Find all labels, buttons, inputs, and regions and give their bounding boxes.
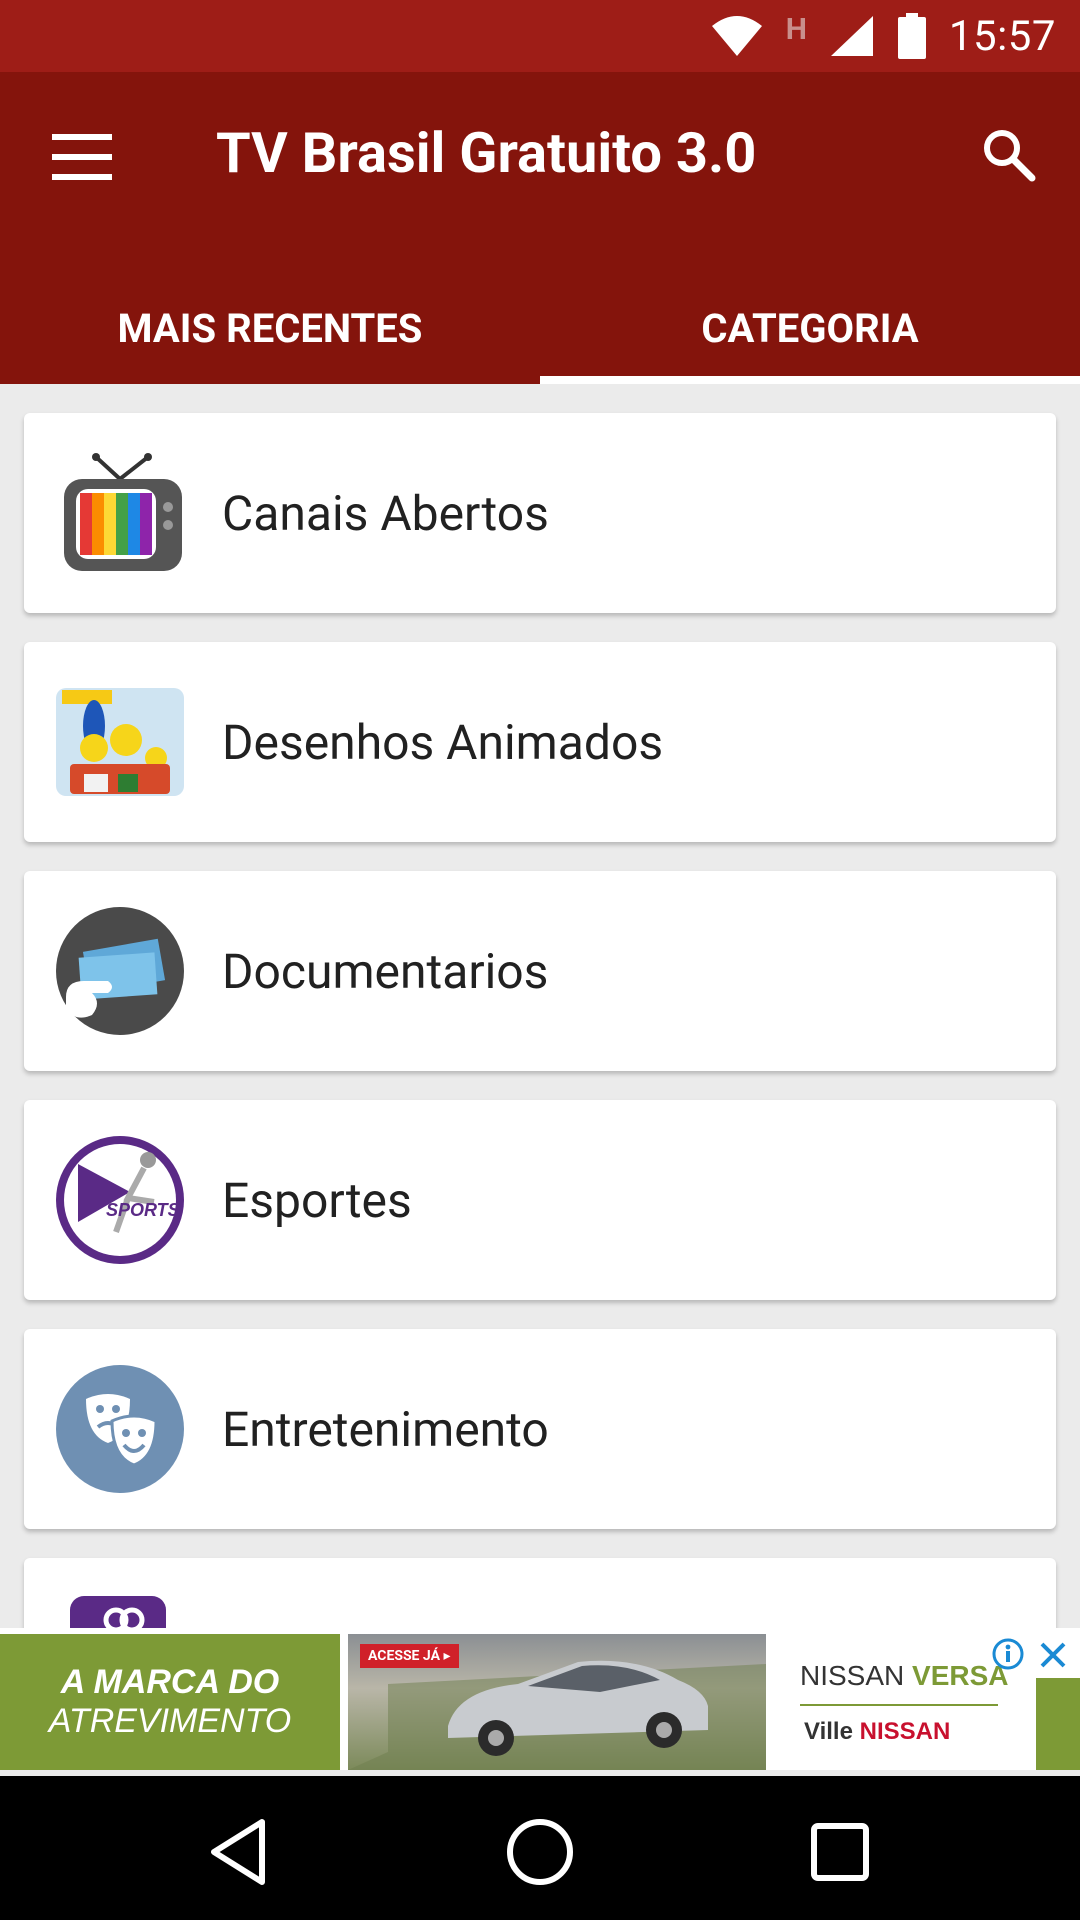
category-card-esportes[interactable]: SPORTS Esportes xyxy=(24,1100,1056,1300)
partial-category-icon xyxy=(70,1596,166,1628)
tab-mais-recentes[interactable]: MAIS RECENTES xyxy=(0,272,540,384)
system-nav-bar xyxy=(0,1776,1080,1920)
tab-bar: MAIS RECENTES CATEGORIA xyxy=(0,272,1080,384)
wifi-icon xyxy=(711,16,762,56)
back-icon[interactable] xyxy=(200,1812,280,1892)
status-bar: H 15:57 xyxy=(0,0,1080,72)
category-card-entretenimento[interactable]: Entretenimento xyxy=(24,1329,1056,1529)
cartoon-family-icon xyxy=(56,688,184,796)
category-label: Entretenimento xyxy=(222,1400,549,1458)
ad-dealer-prefix: Ville xyxy=(804,1718,853,1745)
tab-label: CATEGORIA xyxy=(701,304,919,352)
ad-edge-strip xyxy=(1036,1678,1080,1770)
ad-car-image: ACESSE JÁ ▸ xyxy=(348,1634,766,1770)
tab-categoria[interactable]: CATEGORIA xyxy=(540,272,1080,384)
category-label: Documentarios xyxy=(222,942,549,1000)
ad-slogan: A MARCA DO ATREVIMENTO xyxy=(0,1634,340,1770)
app-bar: TV Brasil Gratuito 3.0 MAIS RECENTES CAT… xyxy=(0,72,1080,384)
category-label: Desenhos Animados xyxy=(222,713,664,771)
app-title: TV Brasil Gratuito 3.0 xyxy=(216,120,757,186)
ad-cta-badge[interactable]: ACESSE JÁ ▸ xyxy=(360,1644,459,1668)
category-label: Canais Abertos xyxy=(222,484,549,542)
category-label: Esportes xyxy=(222,1171,412,1229)
category-card-canais-abertos[interactable]: Canais Abertos xyxy=(24,413,1056,613)
ad-brand-prefix: NISSAN xyxy=(800,1660,905,1691)
ad-slogan-line2: ATREVIMENTO xyxy=(48,1702,292,1740)
ad-info-icon[interactable] xyxy=(992,1638,1024,1670)
home-icon[interactable] xyxy=(500,1812,580,1892)
sports-play-icon: SPORTS xyxy=(56,1136,184,1264)
cell-signal-icon xyxy=(830,16,873,56)
category-card-desenhos-animados[interactable]: Desenhos Animados xyxy=(24,642,1056,842)
ad-dealer-brand: NISSAN xyxy=(859,1718,951,1745)
ad-dealer-name: Ville NISSAN xyxy=(804,1718,950,1746)
ad-divider xyxy=(800,1704,998,1706)
category-card-partial[interactable] xyxy=(24,1558,1056,1628)
theater-masks-icon xyxy=(56,1365,184,1493)
network-type-indicator: H xyxy=(785,11,807,47)
ad-close-icon[interactable] xyxy=(1036,1638,1070,1672)
category-list[interactable]: Canais Abertos Desenhos Animados Documen… xyxy=(0,384,1080,1628)
film-tickets-icon xyxy=(56,907,184,1035)
svg-text:SPORTS: SPORTS xyxy=(106,1200,180,1220)
ad-slogan-line1: A MARCA DO xyxy=(60,1663,280,1701)
recents-icon[interactable] xyxy=(800,1812,880,1892)
battery-icon xyxy=(897,13,926,59)
search-icon[interactable] xyxy=(978,124,1038,184)
tab-label: MAIS RECENTES xyxy=(117,304,423,352)
category-card-documentarios[interactable]: Documentarios xyxy=(24,871,1056,1071)
ad-brand-name: NISSAN VERSA xyxy=(800,1660,1009,1692)
retro-tv-icon xyxy=(64,453,182,571)
hamburger-menu-icon[interactable] xyxy=(52,134,112,184)
ad-banner[interactable]: A MARCA DO ATREVIMENTO ACESSE JÁ ▸ NISSA… xyxy=(0,1628,1080,1770)
status-clock: 15:57 xyxy=(948,11,1056,61)
